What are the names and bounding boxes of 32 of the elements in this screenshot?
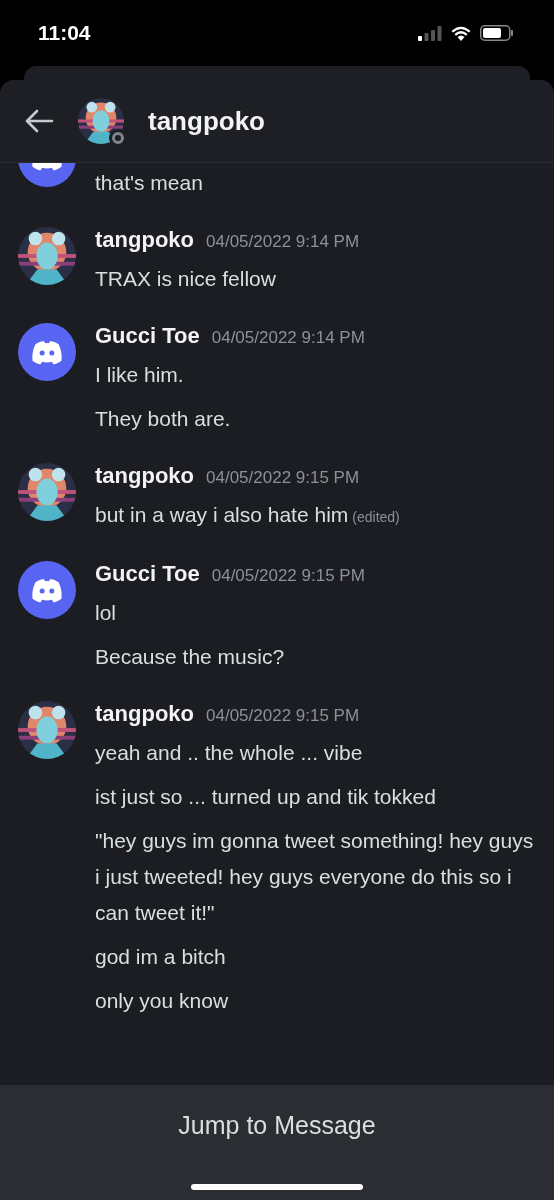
message-text: god im a bitch xyxy=(95,944,227,970)
message-text: but in a way i also hate him (edited) xyxy=(95,502,401,528)
author-name[interactable]: Gucci Toe xyxy=(95,323,200,349)
author-name[interactable]: tangpoko xyxy=(95,227,194,253)
battery-icon xyxy=(480,25,514,41)
timestamp: 04/05/2022 9:15 PM xyxy=(206,468,360,488)
timestamp: 04/05/2022 9:15 PM xyxy=(211,566,365,586)
jump-to-message-button[interactable]: Jump to Message xyxy=(166,1105,388,1146)
author-name[interactable]: Gucci Toe xyxy=(95,561,200,587)
message-text: Because the music? xyxy=(95,644,286,670)
author-name[interactable]: tangpoko xyxy=(95,701,194,727)
message-text: yeah and .. the whole ... vibe xyxy=(95,740,364,766)
discord-avatar-icon xyxy=(18,561,76,619)
edited-label: (edited) xyxy=(352,509,400,525)
message-text: that's mean xyxy=(95,170,204,196)
back-arrow-icon[interactable] xyxy=(24,109,54,133)
timestamp: 04/05/2022 9:14 PM xyxy=(206,232,360,252)
status-time: 11:04 xyxy=(38,21,91,45)
author-name[interactable]: tangpoko xyxy=(95,463,194,489)
wifi-icon xyxy=(450,25,472,41)
signal-icon xyxy=(418,25,442,41)
message-text: only you know xyxy=(95,988,230,1014)
message-text: ist just so ... turned up and tik tokked xyxy=(95,784,437,810)
timestamp: 04/05/2022 9:14 PM xyxy=(211,328,365,348)
message-text: TRAX is nice fellow xyxy=(95,266,277,292)
discord-avatar-icon xyxy=(18,323,76,381)
chat-title: tangpoko xyxy=(148,105,265,137)
message-text: They both are. xyxy=(95,406,232,432)
message-text: "hey guys im gonna tweet something! hey guys i just tweeted! hey guys everyone do this so i can tweet it!" xyxy=(95,828,535,926)
timestamp: 04/05/2022 9:15 PM xyxy=(206,706,360,726)
message-text: lol xyxy=(95,600,117,626)
message-text: I like him. xyxy=(95,362,185,388)
